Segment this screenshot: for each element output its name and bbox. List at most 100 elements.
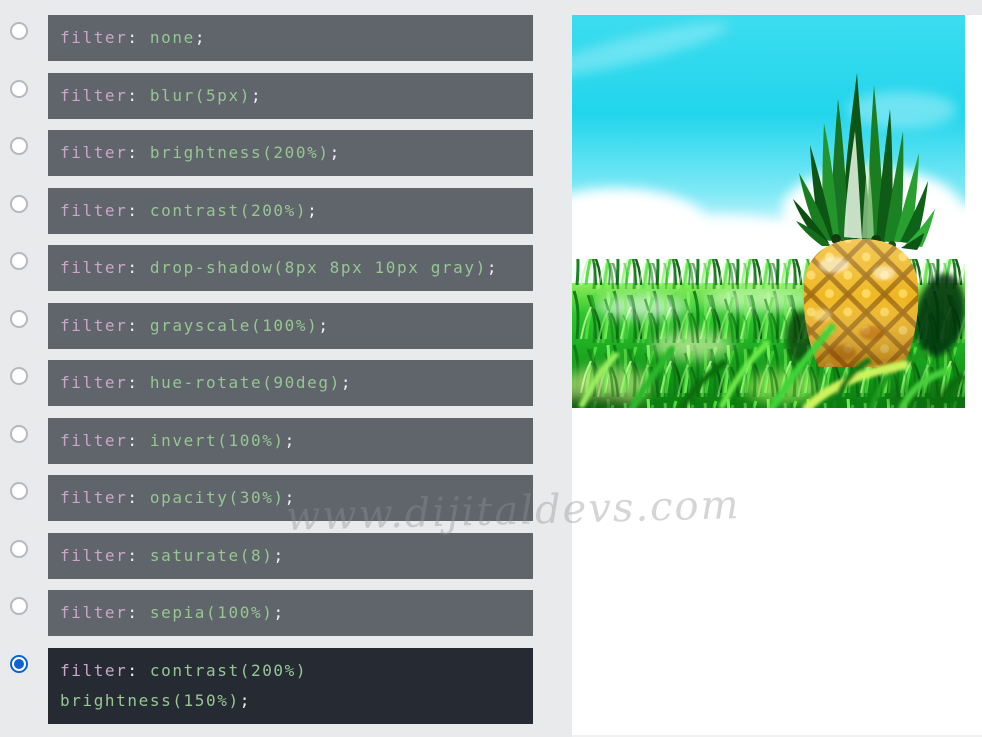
semicolon: ; xyxy=(341,373,352,392)
radio-button[interactable] xyxy=(10,195,28,213)
filter-option-row[interactable]: filter: opacity(30%); xyxy=(10,475,533,521)
radio-button[interactable] xyxy=(10,540,28,558)
css-property: filter xyxy=(60,201,127,220)
css-code-block[interactable]: filter: hue-rotate(90deg); xyxy=(48,360,533,406)
css-code-block[interactable]: filter: invert(100%); xyxy=(48,418,533,464)
code-line-1: filter: saturate(8); xyxy=(60,541,533,571)
semicolon: ; xyxy=(251,86,262,105)
filter-option-row[interactable]: filter: drop-shadow(8px 8px 10px gray); xyxy=(10,245,533,291)
colon: : xyxy=(127,201,138,220)
radio-button[interactable] xyxy=(10,367,28,385)
css-value: opacity(30%) xyxy=(139,488,285,507)
css-value: contrast(200%) xyxy=(139,201,308,220)
css-code-block[interactable]: filter: contrast(200%); xyxy=(48,188,533,234)
css-filter-demo-page: filter: none; filter: blur(5px); filter:… xyxy=(0,0,982,737)
colon: : xyxy=(127,28,138,47)
css-code-block[interactable]: filter: sepia(100%); xyxy=(48,590,533,636)
code-line-1: filter: drop-shadow(8px 8px 10px gray); xyxy=(60,253,533,283)
code-line-1: filter: contrast(200%) xyxy=(60,656,533,686)
css-value: none xyxy=(139,28,195,47)
semicolon: ; xyxy=(307,201,318,220)
css-value: drop-shadow(8px 8px 10px gray) xyxy=(139,258,487,277)
css-value: blur(5px) xyxy=(139,86,251,105)
css-value: invert(100%) xyxy=(139,431,285,450)
colon: : xyxy=(127,373,138,392)
radio-button[interactable] xyxy=(10,425,28,443)
filter-option-row[interactable]: filter: sepia(100%); xyxy=(10,590,533,636)
semicolon: ; xyxy=(285,431,296,450)
css-property: filter xyxy=(60,316,127,335)
css-property: filter xyxy=(60,488,127,507)
radio-button[interactable] xyxy=(10,310,28,328)
code-line-1: filter: blur(5px); xyxy=(60,81,533,111)
filter-option-row[interactable]: filter: contrast(200%) brightness(150%); xyxy=(10,648,533,724)
filter-option-row[interactable]: filter: invert(100%); xyxy=(10,418,533,464)
semicolon: ; xyxy=(273,603,284,622)
semicolon: ; xyxy=(285,488,296,507)
css-code-block[interactable]: filter: saturate(8); xyxy=(48,533,533,579)
css-property: filter xyxy=(60,373,127,392)
colon: : xyxy=(127,86,138,105)
filter-options-list: filter: none; filter: blur(5px); filter:… xyxy=(10,15,533,735)
filter-option-row[interactable]: filter: blur(5px); xyxy=(10,73,533,119)
semicolon: ; xyxy=(487,258,498,277)
colon: : xyxy=(127,546,138,565)
colon: : xyxy=(127,488,138,507)
radio-button[interactable] xyxy=(10,252,28,270)
semicolon: ; xyxy=(330,143,341,162)
filter-option-row[interactable]: filter: grayscale(100%); xyxy=(10,303,533,349)
colon: : xyxy=(127,316,138,335)
code-line-1: filter: grayscale(100%); xyxy=(60,311,533,341)
css-code-block[interactable]: filter: brightness(200%); xyxy=(48,130,533,176)
radio-button[interactable] xyxy=(10,597,28,615)
css-property: filter xyxy=(60,28,127,47)
css-property: filter xyxy=(60,431,127,450)
preview-panel xyxy=(572,15,982,737)
css-code-block[interactable]: filter: opacity(30%); xyxy=(48,475,533,521)
radio-button[interactable] xyxy=(10,137,28,155)
css-value: grayscale(100%) xyxy=(139,316,319,335)
css-property: filter xyxy=(60,143,127,162)
css-value: hue-rotate(90deg) xyxy=(139,373,341,392)
colon: : xyxy=(127,661,138,680)
code-line-1: filter: hue-rotate(90deg); xyxy=(60,368,533,398)
colon: : xyxy=(127,258,138,277)
css-code-block[interactable]: filter: drop-shadow(8px 8px 10px gray); xyxy=(48,245,533,291)
semicolon: ; xyxy=(240,691,251,710)
css-code-block[interactable]: filter: contrast(200%) brightness(150%); xyxy=(48,648,533,724)
code-line-2: brightness(150%); xyxy=(60,686,533,716)
code-line-1: filter: brightness(200%); xyxy=(60,138,533,168)
css-value: saturate(8) xyxy=(139,546,274,565)
css-code-block[interactable]: filter: none; xyxy=(48,15,533,61)
pineapple-body xyxy=(804,239,919,367)
css-value-line2: brightness(150%) xyxy=(60,691,240,710)
css-value: sepia(100%) xyxy=(139,603,274,622)
css-code-block[interactable]: filter: blur(5px); xyxy=(48,73,533,119)
filter-option-row[interactable]: filter: hue-rotate(90deg); xyxy=(10,360,533,406)
css-property: filter xyxy=(60,603,127,622)
filter-option-row[interactable]: filter: saturate(8); xyxy=(10,533,533,579)
semicolon: ; xyxy=(273,546,284,565)
css-property: filter xyxy=(60,258,127,277)
colon: : xyxy=(127,143,138,162)
filter-option-row[interactable]: filter: none; xyxy=(10,15,533,61)
radio-button[interactable] xyxy=(10,22,28,40)
radio-button[interactable] xyxy=(10,482,28,500)
colon: : xyxy=(127,603,138,622)
css-property: filter xyxy=(60,546,127,565)
filter-option-row[interactable]: filter: contrast(200%); xyxy=(10,188,533,234)
css-value: brightness(200%) xyxy=(139,143,330,162)
css-property: filter xyxy=(60,86,127,105)
filtered-photo-pineapple xyxy=(572,15,965,408)
code-line-1: filter: opacity(30%); xyxy=(60,483,533,513)
radio-button[interactable] xyxy=(10,80,28,98)
radio-button[interactable] xyxy=(10,655,28,673)
code-line-1: filter: contrast(200%); xyxy=(60,196,533,226)
filter-option-row[interactable]: filter: brightness(200%); xyxy=(10,130,533,176)
css-value: contrast(200%) xyxy=(139,661,308,680)
css-code-block[interactable]: filter: grayscale(100%); xyxy=(48,303,533,349)
colon: : xyxy=(127,431,138,450)
css-property: filter xyxy=(60,661,127,680)
code-line-1: filter: none; xyxy=(60,23,533,53)
semicolon: ; xyxy=(195,28,206,47)
